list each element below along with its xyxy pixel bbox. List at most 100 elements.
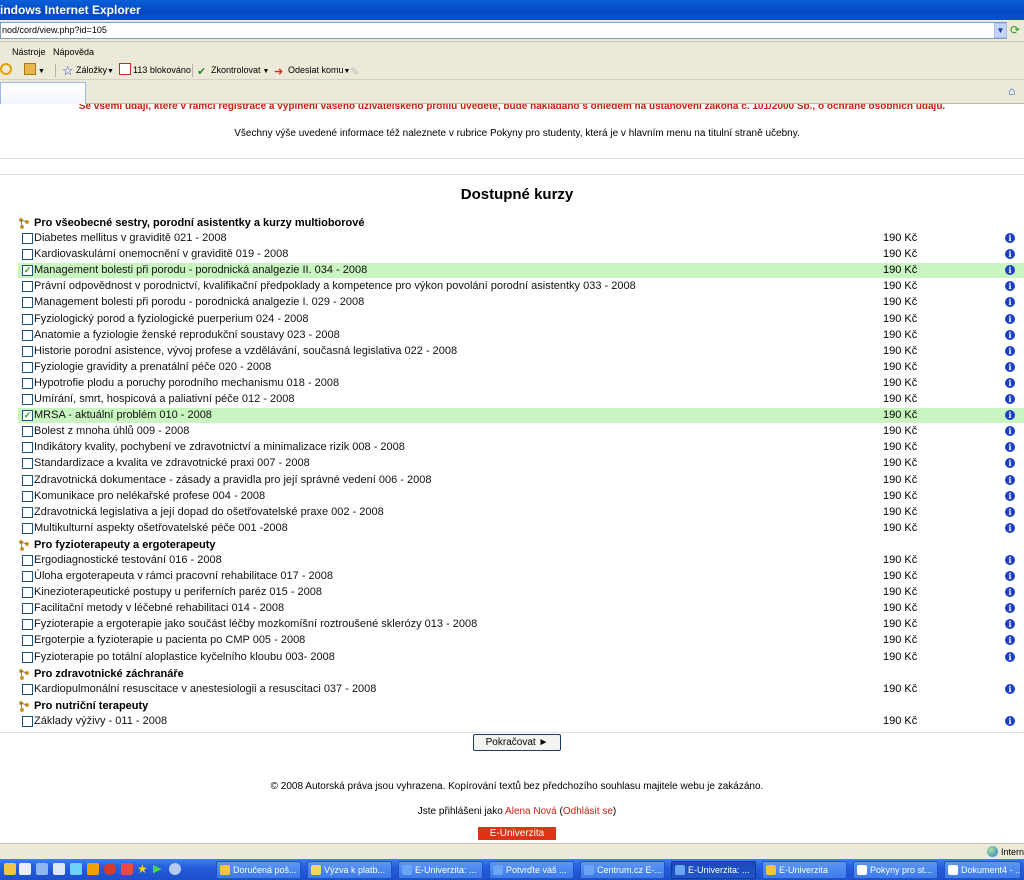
quicklaunch-folder-icon[interactable]: [4, 863, 16, 875]
info-icon[interactable]: i: [1005, 442, 1015, 453]
course-price: 190 Kč: [883, 441, 918, 454]
search-engine-icon[interactable]: [0, 63, 14, 78]
info-icon[interactable]: i: [1005, 394, 1015, 404]
quicklaunch-doc-icon[interactable]: [53, 863, 65, 875]
info-icon[interactable]: i: [1005, 345, 1015, 356]
home-icon[interactable]: ⌂: [1008, 84, 1022, 98]
quicklaunch-mail-icon[interactable]: [36, 863, 48, 875]
course-checkbox[interactable]: ✓: [22, 410, 33, 422]
quicklaunch-app-icon[interactable]: [121, 863, 133, 875]
info-icon[interactable]: i: [1005, 554, 1015, 565]
course-checkbox[interactable]: [22, 635, 33, 647]
info-icon[interactable]: i: [1005, 474, 1015, 485]
url-field[interactable]: nod/cord/view.php?id=105: [0, 22, 1007, 39]
info-icon[interactable]: i: [1005, 233, 1015, 243]
info-icon[interactable]: i: [1005, 329, 1015, 340]
course-checkbox[interactable]: [22, 506, 33, 518]
taskbar-button[interactable]: Centrum.cz E-...: [580, 861, 665, 879]
taskbar-button[interactable]: E-Univerzita: ...: [671, 861, 756, 879]
course-checkbox[interactable]: [22, 571, 33, 582]
course-checkbox[interactable]: [22, 522, 33, 534]
course-checkbox[interactable]: [22, 281, 33, 293]
quicklaunch-opera-icon[interactable]: [104, 863, 116, 875]
quicklaunch-play-icon[interactable]: ▶: [153, 863, 165, 875]
info-icon[interactable]: i: [1005, 281, 1015, 292]
url-dropdown-icon[interactable]: ▼: [994, 23, 1007, 38]
course-checkbox[interactable]: [22, 313, 33, 325]
refresh-icon[interactable]: ⟳: [1010, 23, 1024, 39]
course-checkbox[interactable]: [22, 329, 33, 341]
course-row: Kinezioterapeutické postupy u periferníc…: [20, 585, 1024, 600]
course-checkbox[interactable]: [22, 426, 33, 438]
course-checkbox[interactable]: ✓: [22, 265, 33, 277]
logout-link[interactable]: Odhlásit se: [563, 806, 613, 817]
info-icon[interactable]: i: [1005, 651, 1015, 662]
taskbar-button[interactable]: Pokyny pro st...: [853, 861, 938, 879]
taskbar-button[interactable]: Potvrďte váš ...: [489, 861, 574, 879]
info-icon[interactable]: i: [1005, 361, 1015, 372]
info-icon[interactable]: i: [1005, 587, 1015, 598]
course-checkbox[interactable]: [22, 474, 33, 486]
course-checkbox[interactable]: [22, 619, 33, 631]
info-icon[interactable]: i: [1005, 635, 1015, 646]
course-checkbox[interactable]: [22, 249, 33, 261]
browser-tab-active[interactable]: [0, 82, 86, 104]
taskbar-button[interactable]: E-Univerzita: [762, 861, 847, 879]
info-icon[interactable]: i: [1005, 715, 1015, 726]
continue-button[interactable]: Pokračovat ►: [473, 734, 561, 751]
taskbar-button[interactable]: Dokument4 - ...: [944, 861, 1021, 879]
info-icon[interactable]: i: [1005, 619, 1015, 630]
bookmarks-button[interactable]: ☆ Záložky▼: [62, 63, 114, 78]
course-checkbox[interactable]: [22, 361, 33, 373]
course-checkbox[interactable]: [22, 233, 33, 244]
brand-footer-link[interactable]: E-Univerzita: [478, 827, 556, 840]
spellcheck-button[interactable]: ✔ Zkontrolovat ▼: [197, 63, 269, 78]
quicklaunch-desktop-icon[interactable]: [19, 863, 31, 875]
course-checkbox[interactable]: [22, 345, 33, 357]
quicklaunch-firefox-icon[interactable]: [87, 863, 99, 875]
info-icon[interactable]: i: [1005, 426, 1015, 437]
popup-blocker-button[interactable]: 113 blokováno: [119, 63, 191, 78]
course-checkbox[interactable]: [22, 442, 33, 454]
course-checkbox[interactable]: [22, 683, 33, 695]
info-icon[interactable]: i: [1005, 410, 1015, 421]
course-checkbox[interactable]: [22, 715, 33, 727]
info-icon[interactable]: i: [1005, 490, 1015, 501]
info-icon[interactable]: i: [1005, 603, 1015, 614]
course-checkbox[interactable]: [22, 394, 33, 405]
info-icon[interactable]: i: [1005, 377, 1015, 388]
info-icon[interactable]: i: [1005, 265, 1015, 276]
info-icon[interactable]: i: [1005, 313, 1015, 324]
menu-help[interactable]: Nápověda: [53, 47, 94, 57]
course-checkbox[interactable]: [22, 587, 33, 599]
course-checkbox[interactable]: [22, 458, 33, 470]
taskbar-button[interactable]: E-Univerzita: ...: [398, 861, 483, 879]
toolbar-menu-icon[interactable]: ▼: [24, 63, 45, 78]
course-checkbox[interactable]: [22, 490, 33, 502]
info-icon[interactable]: i: [1005, 683, 1015, 694]
taskbar-button[interactable]: Výzva k platb...: [307, 861, 392, 879]
highlighter-icon[interactable]: ✎: [350, 63, 364, 78]
course-checkbox[interactable]: [22, 297, 33, 309]
course-price: 190 Kč: [883, 489, 918, 502]
course-checkbox[interactable]: [22, 377, 33, 389]
course-checkbox[interactable]: [22, 651, 33, 663]
course-checkbox[interactable]: [22, 554, 33, 566]
quicklaunch-network-icon[interactable]: [169, 863, 181, 875]
taskbar-app-icon: [857, 865, 867, 875]
menu-tools[interactable]: Nástroje: [12, 47, 46, 57]
info-icon[interactable]: i: [1005, 458, 1015, 469]
info-icon[interactable]: i: [1005, 522, 1015, 533]
info-icon[interactable]: i: [1005, 297, 1015, 308]
info-icon[interactable]: i: [1005, 506, 1015, 517]
info-icon[interactable]: i: [1005, 571, 1015, 581]
course-checkbox[interactable]: [22, 603, 33, 615]
course-price: 190 Kč: [883, 714, 918, 727]
user-link[interactable]: Alena Nová: [505, 806, 557, 817]
taskbar-button[interactable]: Doručená poš...: [216, 861, 301, 879]
info-icon[interactable]: i: [1005, 249, 1015, 260]
quicklaunch-star-icon[interactable]: ★: [137, 863, 149, 875]
send-to-button[interactable]: ➜ Odeslat komu▼: [274, 63, 350, 78]
address-bar: nod/cord/view.php?id=105 ▼ ⟳: [0, 20, 1024, 42]
quicklaunch-ie-icon[interactable]: [70, 863, 82, 875]
